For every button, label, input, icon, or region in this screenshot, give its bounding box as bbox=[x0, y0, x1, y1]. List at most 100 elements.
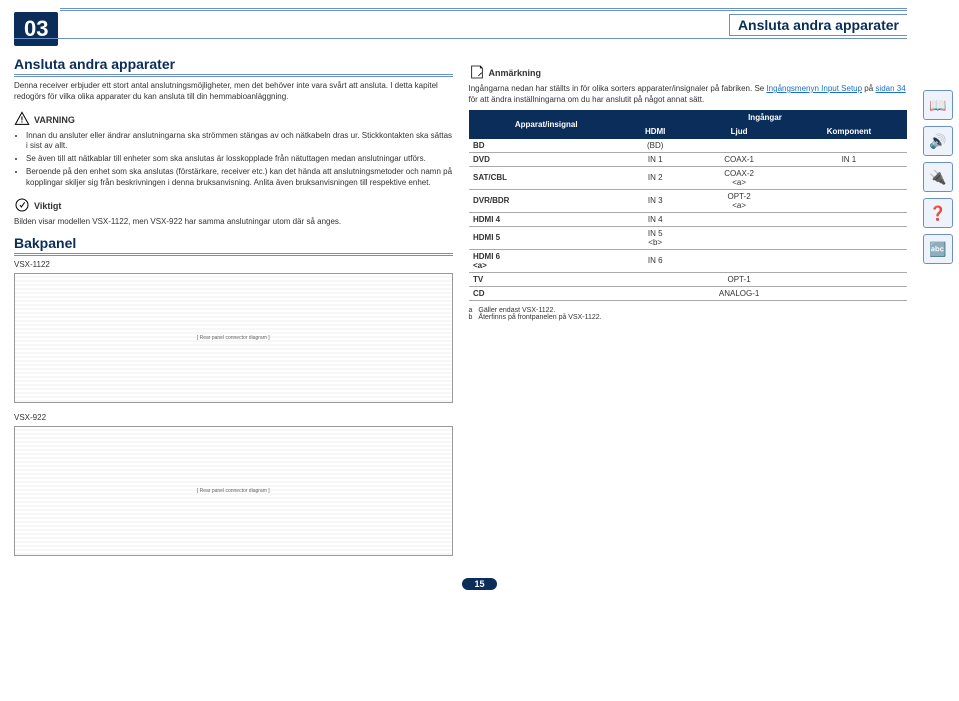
page-number-container: 15 bbox=[0, 578, 959, 590]
table-cell bbox=[687, 212, 791, 226]
note-heading: Anmärkning bbox=[469, 64, 908, 82]
warning-item: Innan du ansluter eller ändrar anslutnin… bbox=[26, 131, 453, 153]
table-cell bbox=[687, 226, 791, 249]
model-label-1: VSX-1122 bbox=[14, 260, 453, 269]
model-label-2: VSX-922 bbox=[14, 413, 453, 422]
table-cell: ANALOG-1 bbox=[687, 286, 791, 300]
important-label: Viktigt bbox=[34, 201, 61, 211]
table-cell bbox=[791, 166, 906, 189]
table-cell bbox=[791, 286, 906, 300]
note-text-part2: på bbox=[862, 84, 875, 93]
table-cell: BD bbox=[469, 138, 623, 152]
table-cell: HDMI 5 bbox=[469, 226, 623, 249]
heading-rule bbox=[14, 74, 453, 77]
table-row: BD(BD) bbox=[469, 138, 907, 152]
footnote-b-text: Återfinns på frontpanelen på VSX-1122. bbox=[478, 314, 601, 321]
table-cell bbox=[623, 272, 686, 286]
note-text: Ingångarna nedan har ställts in för olik… bbox=[469, 84, 908, 106]
side-icon-index[interactable]: 🔤 bbox=[923, 234, 953, 264]
header-rule-bottom bbox=[14, 38, 907, 39]
table-cell: IN 1 bbox=[791, 152, 906, 166]
table-cell bbox=[791, 226, 906, 249]
table-cell: TV bbox=[469, 272, 623, 286]
table-cell: DVR/BDR bbox=[469, 189, 623, 212]
table-cell: COAX-1 bbox=[687, 152, 791, 166]
footnote-b-label: b bbox=[469, 314, 473, 321]
table-row: HDMI 6 <a>IN 6 bbox=[469, 249, 907, 272]
warning-list: Innan du ansluter eller ändrar anslutnin… bbox=[14, 131, 453, 189]
side-icon-help[interactable]: ❓ bbox=[923, 198, 953, 228]
table-cell bbox=[687, 138, 791, 152]
rear-panel-diagram-2: [ Rear panel connector diagram ] bbox=[14, 426, 453, 556]
warning-item: Beroende på den enhet som ska anslutas (… bbox=[26, 167, 453, 189]
th-komponent: Komponent bbox=[791, 124, 906, 138]
right-column: Anmärkning Ingångarna nedan har ställts … bbox=[469, 56, 908, 566]
side-nav-icons: 📖 🔊 🔌 ❓ 🔤 bbox=[923, 90, 953, 264]
table-row: TV OPT-1 bbox=[469, 272, 907, 286]
table-row: DVDIN 1COAX-1IN 1 bbox=[469, 152, 907, 166]
note-icon bbox=[469, 64, 485, 82]
table-row: DVR/BDRIN 3OPT-2 <a> bbox=[469, 189, 907, 212]
header-rule bbox=[60, 8, 907, 11]
table-cell: DVD bbox=[469, 152, 623, 166]
bakpanel-title: Bakpanel bbox=[14, 235, 453, 251]
table-cell: HDMI 4 bbox=[469, 212, 623, 226]
section-heading: Ansluta andra apparater bbox=[14, 56, 453, 72]
note-link-page34[interactable]: sidan 34 bbox=[875, 84, 905, 93]
table-cell bbox=[791, 138, 906, 152]
warning-icon: ! bbox=[14, 111, 30, 129]
table-cell bbox=[623, 286, 686, 300]
table-cell: IN 1 bbox=[623, 152, 686, 166]
table-cell bbox=[791, 212, 906, 226]
table-cell: COAX-2 <a> bbox=[687, 166, 791, 189]
warning-label: VARNING bbox=[34, 115, 75, 125]
th-ingangar: Ingångar bbox=[623, 110, 906, 124]
note-link-input-setup[interactable]: Ingångsmenyn Input Setup bbox=[766, 84, 862, 93]
important-icon bbox=[14, 197, 30, 215]
header-title: Ansluta andra apparater bbox=[729, 14, 907, 36]
table-row: SAT/CBLIN 2COAX-2 <a> bbox=[469, 166, 907, 189]
footnote-a-text: Gäller endast VSX-1122. bbox=[478, 307, 555, 314]
note-label: Anmärkning bbox=[489, 68, 542, 78]
note-text-part1: Ingångarna nedan har ställts in för olik… bbox=[469, 84, 767, 93]
th-ljud: Ljud bbox=[687, 124, 791, 138]
table-cell: OPT-2 <a> bbox=[687, 189, 791, 212]
th-hdmi: HDMI bbox=[623, 124, 686, 138]
table-cell bbox=[791, 249, 906, 272]
warning-item: Se även till att nätkablar till enheter … bbox=[26, 154, 453, 165]
important-text: Bilden visar modellen VSX-1122, men VSX-… bbox=[14, 217, 453, 228]
note-text-part3: för att ändra inställningarna om du har … bbox=[469, 95, 705, 104]
table-cell: OPT-1 bbox=[687, 272, 791, 286]
rear-panel-diagram-1: [ Rear panel connector diagram ] bbox=[14, 273, 453, 403]
inputs-table: Apparat/insignal Ingångar HDMI Ljud Komp… bbox=[469, 110, 908, 301]
table-cell: IN 5 <b> bbox=[623, 226, 686, 249]
bakpanel-rule bbox=[14, 253, 453, 256]
footnotes: a Gäller endast VSX-1122. b Återfinns på f… bbox=[469, 307, 908, 321]
intro-text: Denna receiver erbjuder ett stort antal … bbox=[14, 81, 453, 103]
table-cell: IN 6 bbox=[623, 249, 686, 272]
table-cell: SAT/CBL bbox=[469, 166, 623, 189]
table-cell bbox=[687, 249, 791, 272]
table-cell: IN 2 bbox=[623, 166, 686, 189]
table-cell: IN 3 bbox=[623, 189, 686, 212]
table-row: HDMI 5IN 5 <b> bbox=[469, 226, 907, 249]
table-row: HDMI 4IN 4 bbox=[469, 212, 907, 226]
table-cell bbox=[791, 272, 906, 286]
chapter-badge: 03 bbox=[14, 12, 58, 46]
footnote-a-label: a bbox=[469, 307, 473, 314]
side-icon-connect[interactable]: 🔌 bbox=[923, 162, 953, 192]
page-number: 15 bbox=[462, 578, 496, 590]
table-cell: (BD) bbox=[623, 138, 686, 152]
table-cell bbox=[791, 189, 906, 212]
table-cell: IN 4 bbox=[623, 212, 686, 226]
table-cell: HDMI 6 <a> bbox=[469, 249, 623, 272]
th-apparat: Apparat/insignal bbox=[469, 110, 623, 138]
svg-text:!: ! bbox=[21, 115, 24, 124]
table-cell: CD bbox=[469, 286, 623, 300]
left-column: Ansluta andra apparater Denna receiver e… bbox=[14, 56, 453, 566]
side-icon-audio[interactable]: 🔊 bbox=[923, 126, 953, 156]
warning-heading: ! VARNING bbox=[14, 111, 453, 129]
table-row: CD ANALOG-1 bbox=[469, 286, 907, 300]
side-icon-book[interactable]: 📖 bbox=[923, 90, 953, 120]
important-heading: Viktigt bbox=[14, 197, 453, 215]
